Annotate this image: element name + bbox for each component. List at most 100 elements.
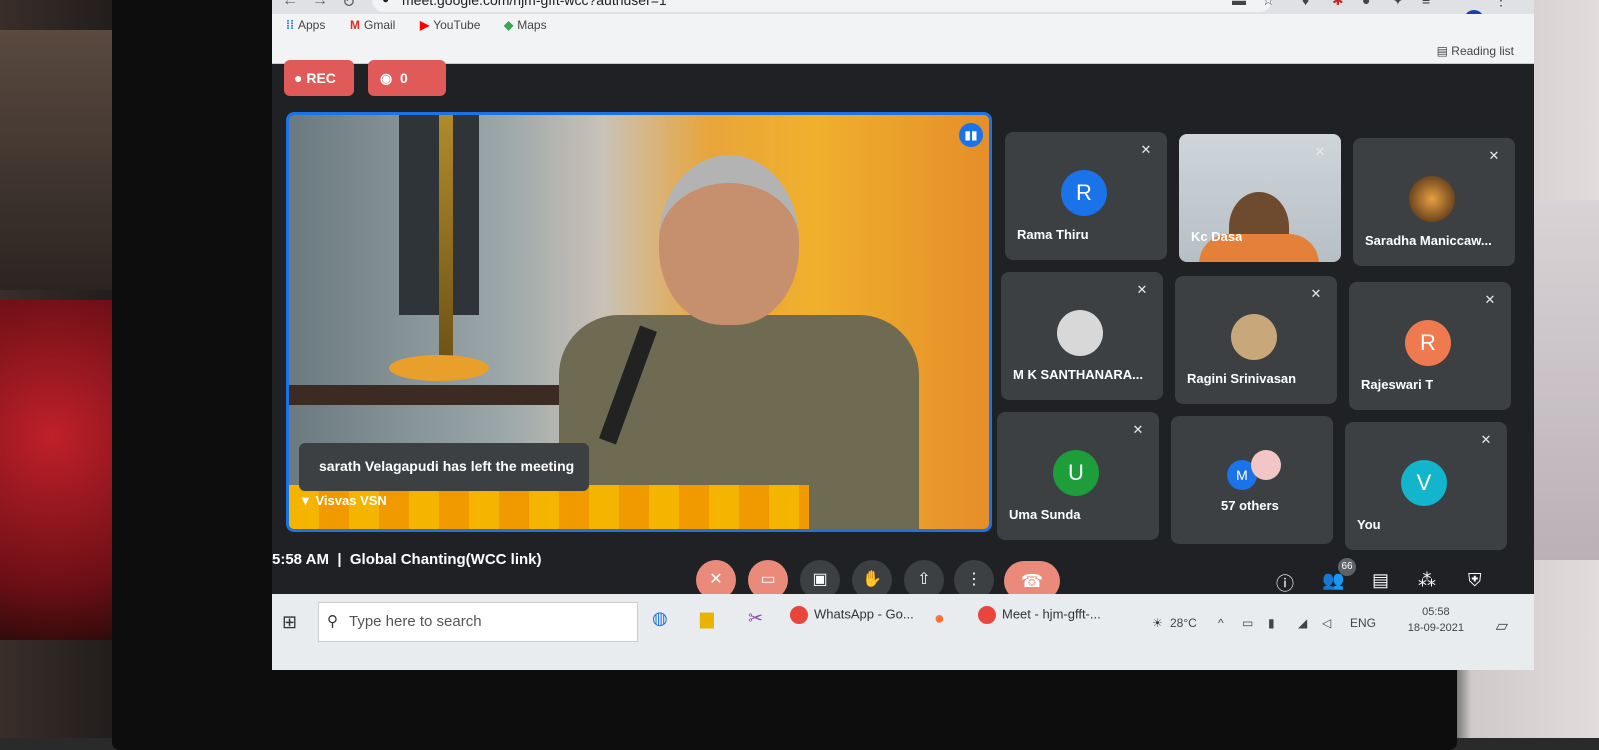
extension-icon[interactable]: ✱ bbox=[1332, 0, 1344, 9]
avatar: R bbox=[1405, 320, 1451, 366]
taskbar-search[interactable]: ⚲ Type here to search bbox=[318, 602, 638, 642]
hand-icon: ✋ bbox=[862, 571, 882, 588]
others-avatars: M bbox=[1227, 450, 1281, 490]
system-clock[interactable]: 05:58 18-09-2021 bbox=[1408, 604, 1464, 636]
firefox-icon[interactable]: ● bbox=[934, 608, 945, 629]
battery-icon[interactable]: ▮ bbox=[1268, 616, 1275, 630]
participant-name: Uma Sunda bbox=[1009, 507, 1081, 522]
participant-tile[interactable]: ✕ M K SANTHANARA... bbox=[1001, 272, 1163, 400]
bookmark-youtube[interactable]: ▶YouTube bbox=[420, 18, 480, 32]
mic-off-icon: ✕ bbox=[1307, 286, 1325, 304]
viewers-badge[interactable]: ◉ 0 bbox=[368, 60, 446, 96]
main-speaker-video[interactable]: ▮▮ sarath Velagapudi has left the meetin… bbox=[286, 112, 992, 532]
chevron-up-icon[interactable]: ^ bbox=[1218, 616, 1224, 630]
network-icon[interactable]: ◢ bbox=[1298, 616, 1307, 630]
phone-hangup-icon: ☎ bbox=[1021, 571, 1043, 591]
avatar: R bbox=[1061, 170, 1107, 216]
others-count: 57 others bbox=[1221, 498, 1279, 513]
media-icon[interactable]: ≡ bbox=[1422, 0, 1430, 8]
host-controls-icon[interactable]: ⛨ bbox=[1468, 570, 1482, 591]
maps-icon: ◆ bbox=[504, 18, 513, 32]
mic-off-icon: ✕ bbox=[1485, 148, 1503, 166]
gmail-icon: M bbox=[350, 18, 360, 32]
meeting-info: 5:58 AM | Global Chanting(WCC link) bbox=[272, 551, 542, 568]
youtube-icon: ▶ bbox=[420, 18, 429, 32]
temperature: 28°C bbox=[1170, 616, 1197, 630]
taskbar-app-meet[interactable]: Meet - hjm-gfft-... bbox=[978, 606, 1101, 624]
avatar bbox=[1231, 314, 1277, 360]
windows-taskbar: ⊞ ⚲ Type here to search ◍ ▆ ✂ WhatsApp -… bbox=[272, 594, 1534, 670]
participant-name: Kc Dasa bbox=[1191, 229, 1242, 244]
camera-off-icon: ▭ bbox=[760, 571, 775, 588]
meeting-time: 5:58 AM bbox=[272, 551, 329, 568]
clock-time: 05:58 bbox=[1408, 604, 1464, 620]
avatar bbox=[1251, 450, 1281, 480]
menu-icon[interactable]: ⋮ bbox=[1494, 0, 1508, 9]
mic-off-icon: ✕ bbox=[1481, 292, 1499, 310]
participant-tile[interactable]: ✕ R Rajeswari T bbox=[1349, 282, 1511, 410]
captions-icon: ▣ bbox=[812, 571, 827, 588]
language-indicator[interactable]: ENG bbox=[1350, 616, 1376, 630]
participant-tile[interactable]: ✕ Kc Dasa bbox=[1179, 134, 1341, 262]
participant-tile[interactable]: ✕ Ragini Srinivasan bbox=[1175, 276, 1337, 404]
info-icon[interactable]: ⓘ bbox=[1276, 570, 1294, 596]
avatar bbox=[1409, 176, 1455, 222]
activities-icon[interactable]: ⁂ bbox=[1418, 570, 1436, 591]
clock-date: 18-09-2021 bbox=[1408, 620, 1464, 636]
bookmark-maps[interactable]: ◆Maps bbox=[504, 18, 547, 32]
camera-indicator-icon[interactable]: ▬ bbox=[1232, 0, 1246, 8]
windows-start-icon[interactable]: ⊞ bbox=[282, 612, 297, 633]
lock-icon: ● bbox=[382, 0, 389, 6]
chat-icon[interactable]: ▤ bbox=[1372, 570, 1389, 591]
back-icon[interactable]: ← bbox=[282, 0, 298, 10]
tray-icon[interactable]: ▭ bbox=[1242, 616, 1253, 630]
participant-tile[interactable]: ✕ R Rama Thiru bbox=[1005, 132, 1167, 260]
mic-off-icon: ✕ bbox=[1129, 422, 1147, 440]
screen: ← → ↻ ● meet.google.com/hjm-gfft-wcc?aut… bbox=[272, 0, 1534, 670]
edge-icon[interactable]: ◍ bbox=[652, 608, 668, 629]
mic-off-icon: ✕ bbox=[709, 571, 722, 588]
meeting-name: Global Chanting(WCC link) bbox=[350, 551, 542, 568]
present-icon: ⇧ bbox=[917, 571, 930, 588]
notification-toast: sarath Velagapudi has left the meeting bbox=[299, 443, 589, 491]
volume-icon[interactable]: ◁ bbox=[1322, 616, 1331, 630]
forward-icon[interactable]: → bbox=[312, 0, 328, 10]
notification-icon[interactable]: ▱ bbox=[1496, 616, 1508, 636]
file-explorer-icon[interactable]: ▆ bbox=[700, 608, 714, 629]
participant-name: M K SANTHANARA... bbox=[1013, 367, 1143, 382]
self-tile[interactable]: ✕ V You bbox=[1345, 422, 1507, 550]
reading-list[interactable]: ▤ Reading list bbox=[1437, 44, 1514, 58]
video-table bbox=[289, 385, 569, 405]
participant-name: Rama Thiru bbox=[1017, 227, 1089, 242]
rec-badge[interactable]: ● REC bbox=[284, 60, 354, 96]
url-text: meet.google.com/hjm-gfft-wcc?authuser=1 bbox=[402, 0, 667, 8]
address-bar[interactable]: ● meet.google.com/hjm-gfft-wcc?authuser=… bbox=[372, 0, 1272, 12]
participant-tile[interactable]: ✕ U Uma Sunda bbox=[997, 412, 1159, 540]
bookmarks-bar: ⁞⁞Apps MGmail ▶YouTube ◆Maps ▤ Reading l… bbox=[272, 14, 1534, 64]
puzzle-icon[interactable]: ✦ bbox=[1392, 0, 1404, 9]
weather-icon[interactable]: ☀ bbox=[1152, 616, 1163, 630]
participant-name: You bbox=[1357, 517, 1381, 532]
apps-grid-icon: ⁞⁞ bbox=[286, 18, 294, 32]
wall-photo bbox=[0, 30, 120, 290]
bookmark-gmail[interactable]: MGmail bbox=[350, 18, 395, 32]
chrome-icon bbox=[978, 606, 996, 624]
avatar bbox=[1057, 310, 1103, 356]
participant-tile[interactable]: ✕ Saradha Maniccaw... bbox=[1353, 138, 1515, 266]
extension-icon[interactable]: ● bbox=[1362, 0, 1370, 8]
pin-icon: ▼ bbox=[299, 493, 315, 508]
others-tile[interactable]: M 57 others bbox=[1171, 416, 1333, 544]
reload-icon[interactable]: ↻ bbox=[342, 0, 355, 12]
meet-area: ● REC ◉ 0 ▮▮ sarath Velagapudi has left … bbox=[272, 64, 1534, 594]
eye-icon: ◉ bbox=[380, 70, 392, 86]
video-lamp bbox=[439, 115, 453, 375]
bookmark-apps[interactable]: ⁞⁞Apps bbox=[286, 18, 325, 32]
taskbar-app-whatsapp[interactable]: WhatsApp - Go... bbox=[790, 606, 914, 624]
snip-icon[interactable]: ✂ bbox=[748, 608, 763, 629]
extension-icon[interactable]: ♦ bbox=[1302, 0, 1309, 8]
search-placeholder: Type here to search bbox=[349, 613, 482, 630]
mic-off-icon: ✕ bbox=[1477, 432, 1495, 450]
star-icon[interactable]: ☆ bbox=[1262, 0, 1275, 9]
more-vert-icon: ⋮ bbox=[966, 571, 982, 588]
avatar: V bbox=[1401, 460, 1447, 506]
